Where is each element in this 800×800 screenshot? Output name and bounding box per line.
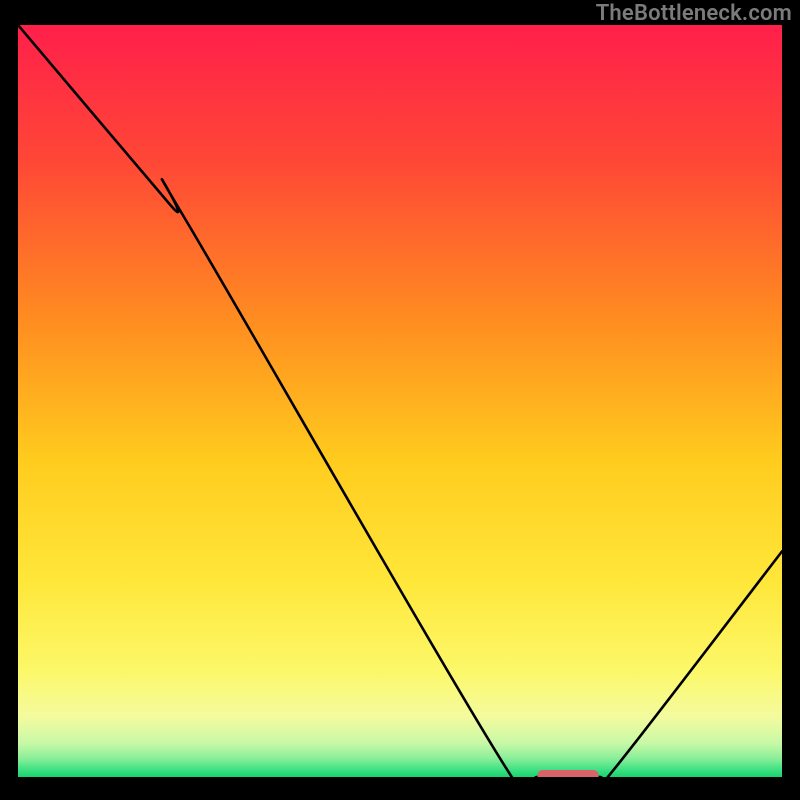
plot-area xyxy=(18,25,782,777)
chart-container: TheBottleneck.com xyxy=(0,0,800,800)
optimal-marker xyxy=(538,770,599,777)
gradient-background xyxy=(18,25,782,777)
watermark-text: TheBottleneck.com xyxy=(596,1,792,26)
chart-svg xyxy=(18,25,782,777)
